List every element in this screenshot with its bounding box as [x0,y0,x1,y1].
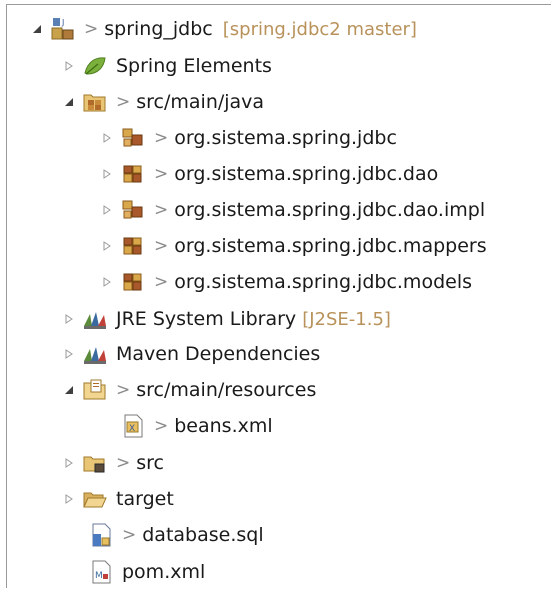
git-dirty-marker: > [84,19,99,39]
package-icon [120,233,146,259]
target-folder-label: target [116,488,174,510]
collapsed-toggle-icon[interactable] [100,167,114,181]
git-branch-decoration: [spring.jdbc2 master] [222,18,417,40]
tree-row-maven-dependencies[interactable]: Maven Dependencies [62,337,320,371]
git-dirty-marker: > [122,525,137,545]
tree-row-package[interactable]: > org.sistema.spring.jdbc [100,121,397,155]
collapsed-toggle-icon[interactable] [100,131,114,145]
package-label: org.sistema.spring.jdbc.mappers [174,235,487,257]
git-dirty-marker: > [154,272,169,292]
project-tree: J > spring_jdbc [spring.jdbc2 master] Sp… [0,0,555,590]
svg-text:M: M [95,571,103,581]
sql-file-icon [88,522,114,548]
beans-xml-label: beans.xml [174,415,273,437]
package-icon [120,269,146,295]
tree-row-src-main-java[interactable]: > src/main/java [62,85,264,119]
source-folder-label: src/main/resources [136,379,317,401]
package-icon [120,197,146,223]
tree-row-jre-library[interactable]: JRE System Library [J2SE-1.5] [62,302,391,336]
package-label: org.sistema.spring.jdbc.dao [174,163,439,185]
tree-row-src-folder[interactable]: > src [62,446,164,480]
git-dirty-marker: > [154,128,169,148]
maven-dependencies-label: Maven Dependencies [116,343,321,365]
collapsed-toggle-icon[interactable] [100,275,114,289]
collapsed-toggle-icon[interactable] [100,203,114,217]
library-jar-icon [82,306,108,332]
collapsed-toggle-icon[interactable] [100,239,114,253]
spring-leaf-icon [82,53,108,79]
tree-row-package[interactable]: > org.sistema.spring.jdbc.dao [100,157,438,191]
git-dirty-marker: > [116,453,131,473]
package-icon [120,125,146,151]
source-folder-label: src/main/java [136,91,265,113]
collapsed-toggle-icon[interactable] [62,456,76,470]
svg-text:X: X [129,424,135,434]
expanded-toggle-icon[interactable] [30,22,44,36]
tree-row-spring-elements[interactable]: Spring Elements [62,49,272,83]
expanded-toggle-icon[interactable] [62,95,76,109]
library-jar-icon [82,341,108,367]
git-dirty-marker: > [116,380,131,400]
java-project-icon: J [50,16,76,42]
package-label: org.sistema.spring.jdbc.models [174,271,472,293]
tree-row-src-main-resources[interactable]: > src/main/resources [62,373,316,407]
tree-row-project[interactable]: J > spring_jdbc [spring.jdbc2 master] [30,12,417,46]
package-label: org.sistema.spring.jdbc [174,127,397,149]
collapsed-toggle-icon[interactable] [62,59,76,73]
package-icon [120,161,146,187]
package-label: org.sistema.spring.jdbc.dao.impl [174,199,486,221]
tree-row-database-sql[interactable]: > database.sql [88,518,264,552]
svg-text:J: J [61,18,64,27]
folder-icon [82,486,108,512]
git-dirty-marker: > [154,164,169,184]
source-folder-icon [82,89,108,115]
xml-file-icon: X [120,413,146,439]
tree-row-target-folder[interactable]: target [62,482,174,516]
src-folder-label: src [136,452,164,474]
jre-library-label: JRE System Library [116,308,297,330]
git-dirty-marker: > [116,92,131,112]
tree-row-package[interactable]: > org.sistema.spring.jdbc.mappers [100,229,487,263]
folder-icon [82,450,108,476]
xml-file-icon: M [88,559,114,585]
jre-version-decoration: [J2SE-1.5] [302,308,391,330]
collapsed-toggle-icon[interactable] [62,312,76,326]
git-dirty-marker: > [154,416,169,436]
expanded-toggle-icon[interactable] [62,383,76,397]
project-name: spring_jdbc [104,18,213,40]
tree-row-package[interactable]: > org.sistema.spring.jdbc.dao.impl [100,193,485,227]
collapsed-toggle-icon[interactable] [62,492,76,506]
pom-xml-label: pom.xml [122,561,206,583]
git-dirty-marker: > [154,200,169,220]
tree-row-pom-xml[interactable]: M pom.xml [88,555,205,589]
git-dirty-marker: > [154,236,169,256]
database-sql-label: database.sql [142,524,264,546]
collapsed-toggle-icon[interactable] [62,347,76,361]
spring-elements-label: Spring Elements [116,55,272,77]
source-folder-icon [82,377,108,403]
tree-row-package[interactable]: > org.sistema.spring.jdbc.models [100,265,472,299]
tree-row-beans-xml[interactable]: X > beans.xml [120,409,273,443]
